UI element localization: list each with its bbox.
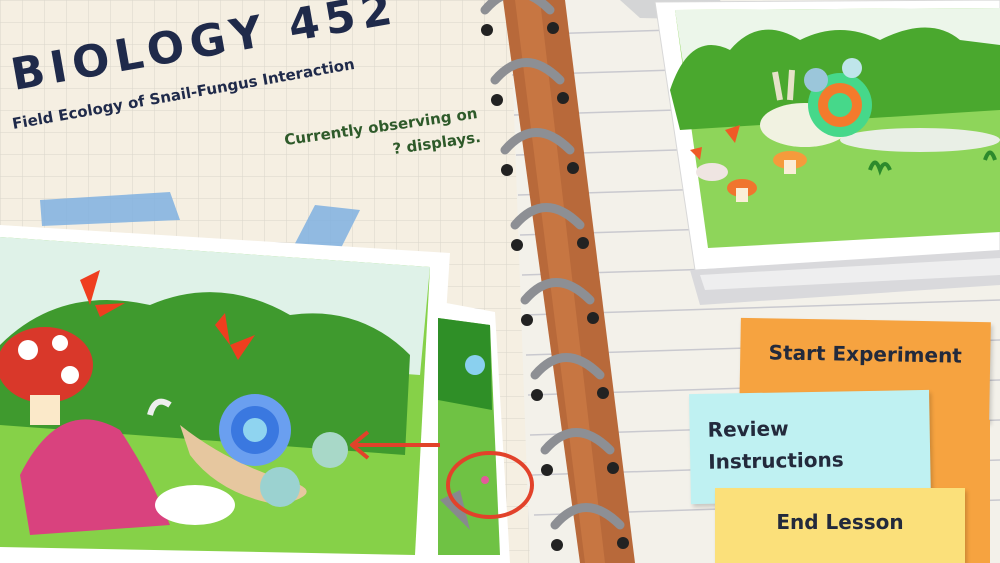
snail-habitat-photo-top	[654, 0, 1000, 271]
review-instructions-line2: Instructions	[708, 447, 844, 474]
end-lesson-label: End Lesson	[776, 510, 904, 534]
photo-clip	[690, 250, 1000, 305]
review-instructions-button[interactable]: Review Instructions	[689, 389, 931, 505]
review-instructions-line1: Review	[707, 416, 789, 442]
snail-habitat-photo-main	[0, 225, 450, 563]
game-title-screen: BIOLOGY 452 Field Ecology of Snail-Fungu…	[0, 0, 1000, 563]
end-lesson-button[interactable]: End Lesson	[715, 488, 965, 563]
red-arrow-icon	[350, 430, 440, 460]
start-experiment-label: Start Experiment	[768, 340, 963, 368]
spiral-binding-icon	[480, 0, 635, 563]
